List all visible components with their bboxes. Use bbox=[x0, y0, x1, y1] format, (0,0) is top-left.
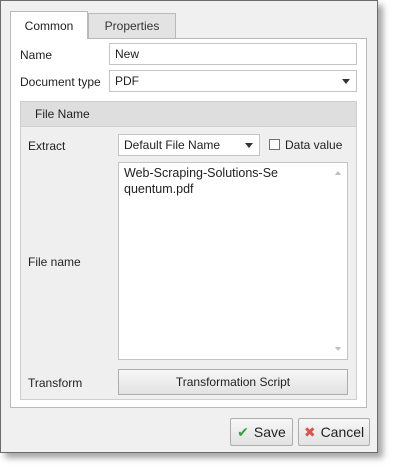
document-type-label: Document type bbox=[20, 75, 101, 89]
dialog-window: Common Properties Name New Document type… bbox=[0, 0, 378, 453]
file-name-textarea[interactable]: Web-Scraping-Solutions-Sequentum.pdf bbox=[118, 162, 348, 360]
file-name-group: File Name Extract Default File Name Data… bbox=[20, 101, 357, 400]
data-value-checkbox[interactable] bbox=[269, 139, 280, 150]
file-name-group-header: File Name bbox=[21, 102, 356, 127]
checkmark-icon: ✔ bbox=[237, 423, 249, 440]
tab-properties[interactable]: Properties bbox=[88, 13, 176, 38]
cancel-button-label: Cancel bbox=[320, 424, 365, 440]
name-input-value: New bbox=[115, 47, 140, 61]
transformation-script-button[interactable]: Transformation Script bbox=[118, 369, 348, 395]
extract-label: Extract bbox=[28, 139, 66, 153]
extract-value: Default File Name bbox=[124, 138, 221, 152]
document-type-dropdown[interactable]: PDF bbox=[109, 70, 357, 92]
cancel-button[interactable]: ✖ Cancel bbox=[298, 418, 370, 446]
transformation-script-label: Transformation Script bbox=[175, 375, 291, 389]
save-button[interactable]: ✔ Save bbox=[230, 418, 293, 446]
scroll-down-icon[interactable] bbox=[335, 347, 341, 351]
tab-common[interactable]: Common bbox=[10, 11, 88, 39]
document-type-value: PDF bbox=[115, 74, 139, 88]
name-label: Name bbox=[20, 48, 53, 62]
transform-label: Transform bbox=[28, 376, 83, 390]
tab-panel-common: Name New Document type PDF File Name Ext… bbox=[10, 38, 367, 408]
scroll-up-icon[interactable] bbox=[335, 171, 341, 175]
name-input[interactable]: New bbox=[109, 43, 357, 65]
file-name-value: Web-Scraping-Solutions-Sequentum.pdf bbox=[124, 166, 279, 196]
extract-dropdown[interactable]: Default File Name bbox=[118, 134, 260, 156]
data-value-label: Data value bbox=[285, 138, 343, 152]
chevron-down-icon bbox=[342, 79, 350, 84]
save-button-label: Save bbox=[253, 424, 286, 440]
chevron-down-icon bbox=[245, 143, 253, 148]
x-icon: ✖ bbox=[303, 423, 316, 440]
file-name-label: File name bbox=[28, 255, 81, 269]
